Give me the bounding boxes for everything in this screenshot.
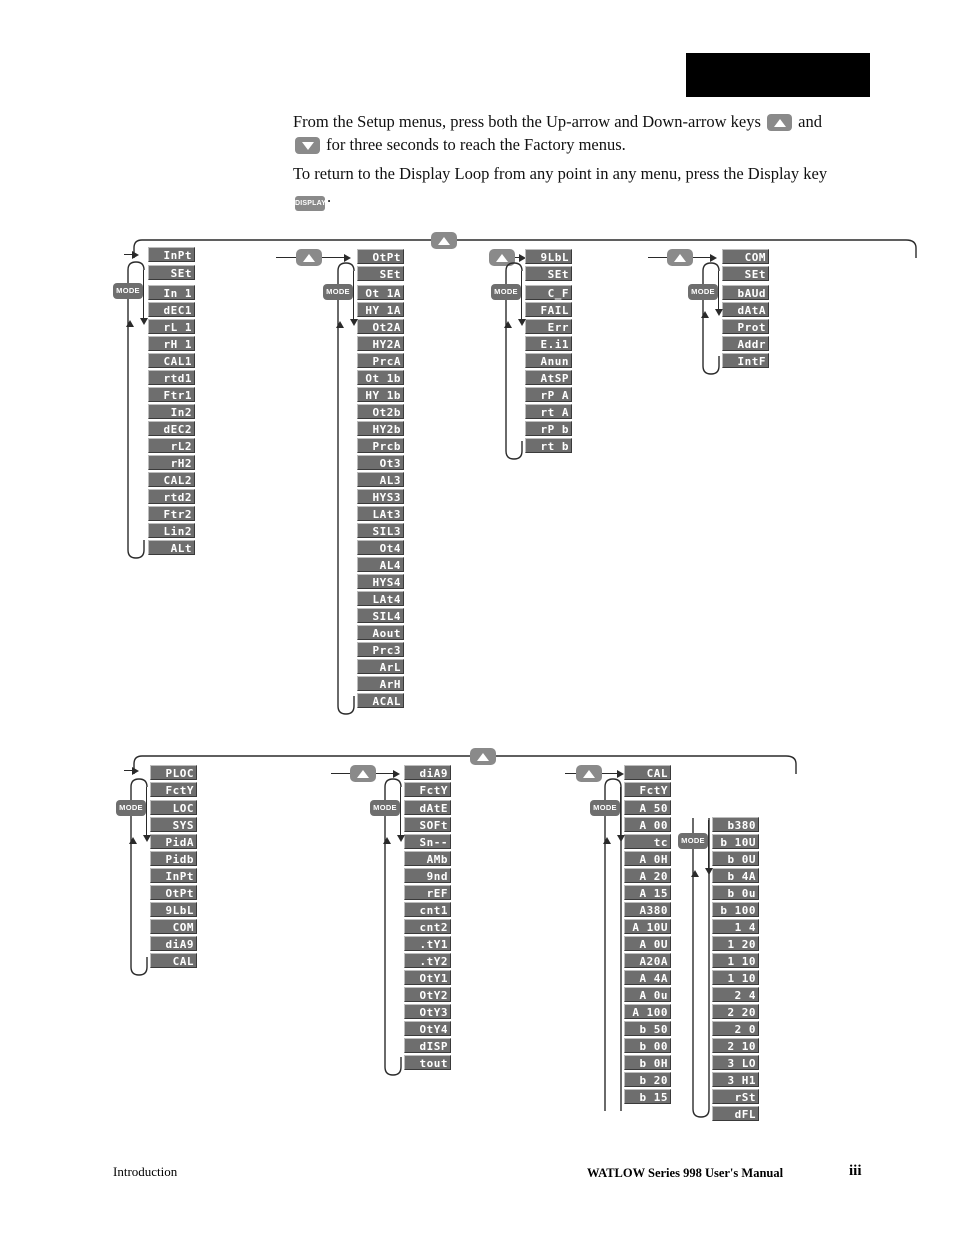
factory-calibration-loop <box>604 778 622 1111</box>
setup-global-down-arrow <box>518 319 526 326</box>
factory-plock-down-arrow <box>143 835 151 842</box>
setup-input-down-arrow <box>140 318 148 325</box>
menu-header-chip[interactable]: COM <box>722 249 769 264</box>
setup-output-up-arrow <box>336 321 344 328</box>
factory-diagnostics-up-arrow <box>383 837 391 844</box>
setup-input-loop <box>127 261 145 559</box>
intro-para2-text-b: . <box>327 187 332 206</box>
factory-diagnostics-down-line <box>400 787 402 839</box>
factory-calibration2-down-arrow <box>705 868 713 875</box>
factory-diagnostics-down-arrow <box>397 835 405 842</box>
setup-input-up-arrow <box>126 320 134 327</box>
setup-input-down-line <box>143 270 145 322</box>
factory-calibration-down-arrow <box>617 835 625 842</box>
mode-button[interactable]: MODE <box>323 284 353 300</box>
display-key-icon: DISPLAY <box>295 196 326 211</box>
setup-global-up-arrow <box>504 321 512 328</box>
setup-comm-down-line <box>718 271 720 313</box>
setup-connector-1-line-b <box>322 257 344 259</box>
setup-output-loop <box>337 262 355 715</box>
setup-comm-down-arrow <box>715 309 723 316</box>
factory-connector-2-up-key[interactable] <box>576 765 602 782</box>
menu-header-chip[interactable]: 9LbL <box>525 249 572 264</box>
mode-button[interactable]: MODE <box>491 284 521 300</box>
setup-connector-3-line-b <box>693 257 711 259</box>
factory-calibration2-down-line <box>708 820 710 872</box>
menu-header-chip[interactable]: PLOC <box>150 765 197 780</box>
factory-calibration2-up-arrow <box>691 870 699 877</box>
footer-left-label: Introduction <box>113 1164 178 1179</box>
intro-paragraph-2: To return to the Display Loop from any p… <box>293 162 925 211</box>
factory-entry-line <box>124 770 136 772</box>
mode-button[interactable]: MODE <box>590 800 620 816</box>
factory-plock-up-arrow <box>129 837 137 844</box>
factory-connector-1-up-key[interactable] <box>350 765 376 782</box>
factory-connector-2-arrowhead <box>617 770 624 778</box>
menu-header-chip[interactable]: OtPt <box>357 249 404 264</box>
setup-comm-up-arrow <box>701 311 709 318</box>
setup-connector-1-line <box>276 257 298 259</box>
factory-calibration-up-arrow <box>603 837 611 844</box>
setup-output-down-line <box>353 271 355 323</box>
factory-connector-2-line-b <box>602 773 618 775</box>
setup-rail-up-key[interactable] <box>431 232 457 249</box>
menu-header-chip[interactable]: InPt <box>148 247 195 262</box>
setup-entry-line <box>124 254 136 256</box>
factory-top-rail <box>133 755 797 774</box>
down-arrow-key-icon <box>295 137 320 154</box>
setup-connector-3-line <box>648 257 668 259</box>
factory-connector-1-line-b <box>376 773 394 775</box>
factory-plock-down-line <box>146 787 148 839</box>
intro-paragraph-1: From the Setup menus, press both the Up-… <box>293 110 925 156</box>
mode-button[interactable]: MODE <box>370 800 400 816</box>
factory-connector-1-arrowhead <box>393 770 400 778</box>
setup-global-down-line <box>521 271 523 323</box>
setup-comm-loop <box>702 262 720 375</box>
intro-para1-text-c: for three seconds to reach the Factory m… <box>326 135 626 154</box>
mode-button[interactable]: MODE <box>116 800 146 816</box>
redaction-bar <box>686 53 870 97</box>
setup-connector-3-arrowhead <box>710 254 717 262</box>
factory-diagnostics-loop <box>384 778 402 1076</box>
setup-connector-1-arrowhead <box>344 254 351 262</box>
intro-para1-text-b: and <box>798 112 822 131</box>
intro-para2-text-a: To return to the Display Loop from any p… <box>293 164 828 183</box>
factory-rail-up-key[interactable] <box>470 748 496 765</box>
mode-button[interactable]: MODE <box>678 833 708 849</box>
menu-header-chip[interactable]: CAL <box>624 765 671 780</box>
footer-page-number: iii <box>849 1163 862 1179</box>
setup-connector-3-up-key[interactable] <box>667 249 693 266</box>
mode-button[interactable]: MODE <box>113 283 143 299</box>
setup-output-down-arrow <box>350 319 358 326</box>
intro-para1-text-a: From the Setup menus, press both the Up-… <box>293 112 761 131</box>
factory-calibration2-loop <box>692 818 710 1118</box>
menu-header-chip[interactable]: diA9 <box>404 765 451 780</box>
mode-button[interactable]: MODE <box>688 284 718 300</box>
factory-calibration-down-line <box>620 787 622 839</box>
setup-connector-1-up-key[interactable] <box>296 249 322 266</box>
up-arrow-key-icon <box>767 114 792 131</box>
footer-manual-title: WATLOW Series 998 User's Manual <box>587 1166 784 1180</box>
